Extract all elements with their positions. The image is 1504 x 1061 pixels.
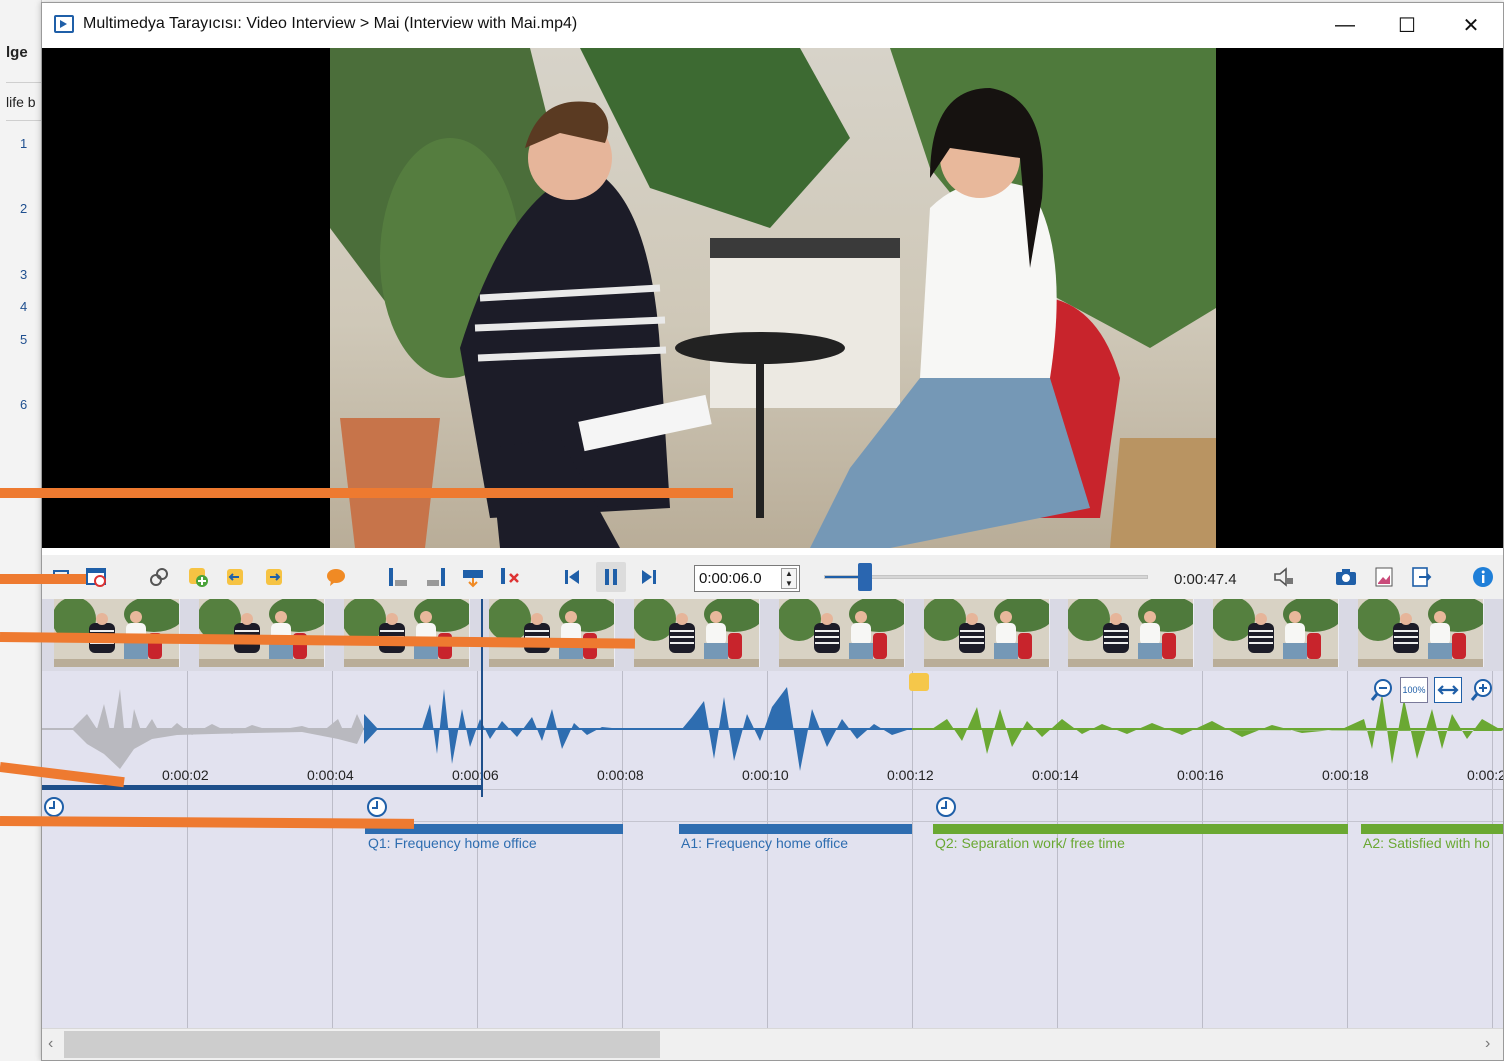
- add-segment-icon[interactable]: [185, 564, 211, 590]
- time-tick: 0:00:18: [1322, 767, 1369, 783]
- callout-line-video: [0, 488, 733, 498]
- background-cell-fragment: life b: [6, 94, 36, 110]
- timeline-track[interactable]: 0:00:02 0:00:04 0:00:06 0:00:08 0:00:10 …: [42, 671, 1503, 1028]
- interview-scene-image: [330, 48, 1216, 548]
- pause-icon: [605, 569, 617, 585]
- row-number: 5: [20, 332, 28, 347]
- player-toolbar: 0:00:06.0 ▲ ▼ 0:00:47.4: [42, 555, 1503, 599]
- segment-bar-a2[interactable]: [1361, 824, 1503, 834]
- window-title: Multimedya Tarayıcısı: Video Interview >…: [83, 15, 578, 32]
- pause-button[interactable]: [596, 562, 626, 592]
- video-thumbnail[interactable]: [1213, 599, 1339, 667]
- timestamp-clock-icon[interactable]: [367, 797, 387, 817]
- seek-slider-thumb[interactable]: [858, 563, 873, 591]
- background-document: lge life b 1 2 3 4 5 6: [0, 0, 42, 1061]
- snapshot-icon[interactable]: [1333, 564, 1359, 590]
- next-icon[interactable]: [636, 564, 662, 590]
- video-thumbnail[interactable]: [779, 599, 905, 667]
- row-number: 2: [20, 201, 28, 216]
- maximize-button[interactable]: ☐: [1376, 3, 1438, 48]
- segment-label-a1: A1: Frequency home office: [681, 835, 849, 851]
- horizontal-scrollbar[interactable]: ‹ ›: [42, 1028, 1503, 1060]
- video-thumbnail[interactable]: [634, 599, 760, 667]
- comment-icon[interactable]: [323, 564, 349, 590]
- current-time-value: 0:00:06.0: [699, 570, 762, 587]
- video-thumbnail[interactable]: [344, 599, 470, 667]
- video-thumbnail[interactable]: [924, 599, 1050, 667]
- link-icon[interactable]: [146, 564, 172, 590]
- time-tick: 0:00:12: [887, 767, 934, 783]
- zoom-in-icon[interactable]: [1468, 677, 1496, 703]
- time-tick: 0:00:2: [1467, 767, 1503, 783]
- time-tick: 0:00:16: [1177, 767, 1224, 783]
- loop-icon[interactable]: [460, 564, 486, 590]
- time-tick: 0:00:02: [162, 767, 209, 783]
- close-button[interactable]: ✕: [1440, 3, 1502, 48]
- video-app-icon: [54, 15, 74, 33]
- segment-label-a2: A2: Satisfied with ho: [1363, 835, 1490, 851]
- segment-end-icon[interactable]: [261, 564, 287, 590]
- time-tick: 0:00:14: [1032, 767, 1079, 783]
- callout-line-toolbar: [0, 574, 86, 584]
- volume-icon[interactable]: [1271, 564, 1297, 590]
- scroll-right-arrow[interactable]: ›: [1485, 1035, 1490, 1053]
- video-thumbnail[interactable]: [1068, 599, 1194, 667]
- time-spinner[interactable]: ▲ ▼: [781, 568, 797, 589]
- current-time-input[interactable]: 0:00:06.0 ▲ ▼: [694, 565, 800, 592]
- time-tick: 0:00:06: [452, 767, 499, 783]
- segment-label-q1: Q1: Frequency home office: [368, 835, 537, 851]
- fit-width-icon[interactable]: [1434, 677, 1462, 703]
- info-icon[interactable]: [1470, 564, 1496, 590]
- export-icon[interactable]: [1408, 564, 1434, 590]
- title-bar[interactable]: Multimedya Tarayıcısı: Video Interview >…: [42, 3, 1503, 48]
- timestamp-clock-icon[interactable]: [936, 797, 956, 817]
- time-tick: 0:00:04: [307, 767, 354, 783]
- scroll-left-arrow[interactable]: ‹: [48, 1035, 53, 1053]
- divider: [6, 82, 42, 83]
- divider: [6, 120, 42, 121]
- time-tick: 0:00:08: [597, 767, 644, 783]
- row-number: 1: [20, 136, 28, 151]
- multimedia-browser-window: Multimedya Tarayıcısı: Video Interview >…: [41, 2, 1504, 1061]
- playhead[interactable]: [481, 599, 483, 797]
- delete-segment-icon[interactable]: [497, 564, 523, 590]
- row-number: 3: [20, 267, 28, 282]
- export-image-icon[interactable]: [1371, 564, 1397, 590]
- played-range-bar: [42, 785, 482, 790]
- minimize-button[interactable]: —: [1314, 3, 1376, 48]
- video-frame: [330, 48, 1216, 548]
- set-start-icon[interactable]: [385, 564, 411, 590]
- zoom-100-button[interactable]: 100%: [1400, 677, 1428, 703]
- total-duration: 0:00:47.4: [1174, 571, 1237, 588]
- scrollbar-thumb[interactable]: [64, 1031, 660, 1058]
- row-number: 4: [20, 299, 28, 314]
- segment-start-icon[interactable]: [222, 564, 248, 590]
- segment-bar-a1[interactable]: [679, 824, 912, 834]
- seek-slider-track[interactable]: [824, 575, 1148, 579]
- memo-icon[interactable]: [909, 673, 929, 691]
- time-tick: 0:00:10: [742, 767, 789, 783]
- video-thumbnail[interactable]: [199, 599, 325, 667]
- previous-icon[interactable]: [559, 564, 585, 590]
- timestamp-clock-icon[interactable]: [44, 797, 64, 817]
- segment-bar-q2[interactable]: [933, 824, 1348, 834]
- background-title-fragment: lge: [6, 44, 28, 61]
- segment-label-q2: Q2: Separation work/ free time: [935, 835, 1125, 851]
- set-end-icon[interactable]: [423, 564, 449, 590]
- row-number: 6: [20, 397, 28, 412]
- video-thumbnail[interactable]: [1358, 599, 1484, 667]
- video-thumbnail[interactable]: [489, 599, 615, 667]
- zoom-out-icon[interactable]: [1368, 677, 1396, 703]
- video-settings-icon[interactable]: [84, 564, 110, 590]
- video-display[interactable]: [42, 48, 1503, 548]
